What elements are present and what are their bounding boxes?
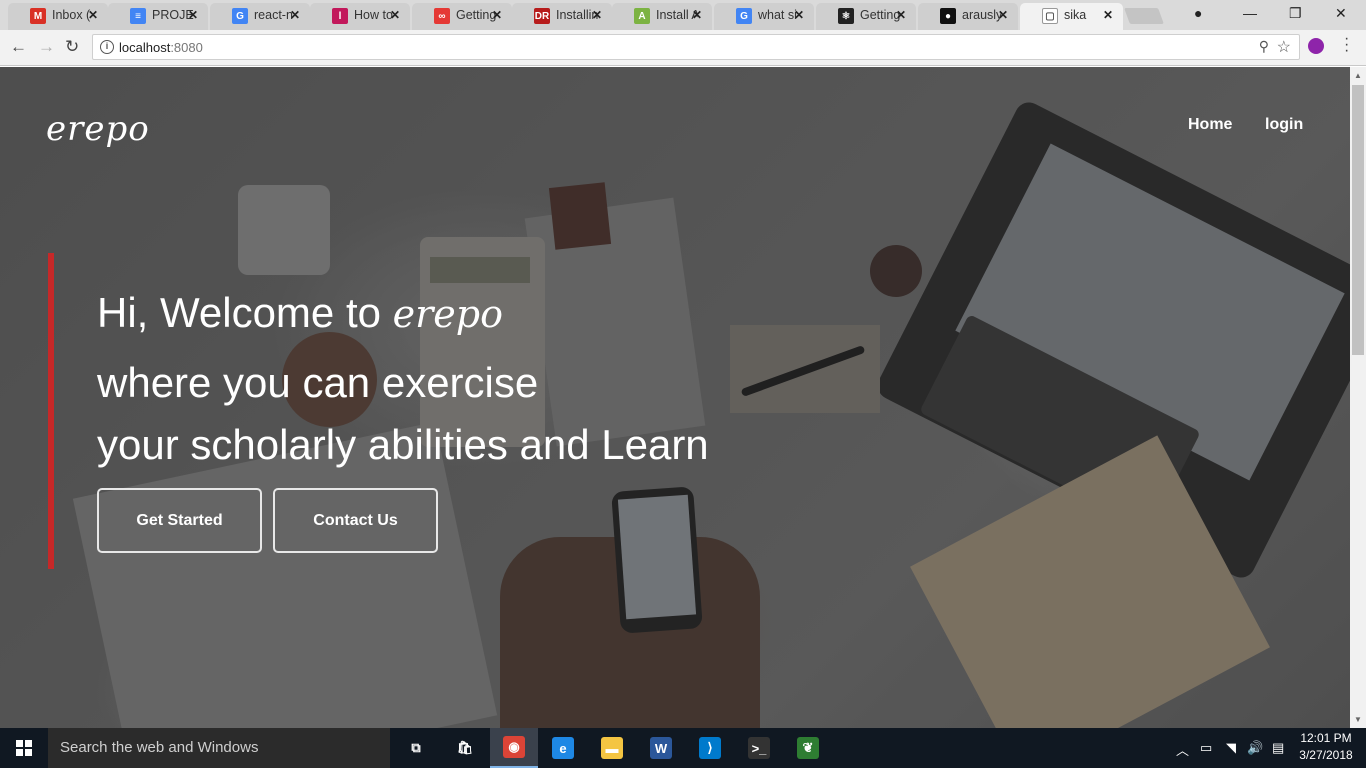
file-explorer-icon: ▬ [601,737,623,759]
hero-heading-line-2: where you can exercise [97,359,539,406]
url-port: :8080 [170,40,203,55]
tab-close-icon[interactable]: ✕ [88,8,98,22]
bookmark-star-icon[interactable]: ☆ [1277,37,1291,57]
google-icon: G [736,8,752,24]
page-scrollbar[interactable]: ▲ ▼ [1350,67,1366,728]
infinity-icon: ∞ [434,8,450,24]
browser-tab-label: sika [1064,8,1087,22]
word-icon: W [650,737,672,759]
hero-heading-prefix: Hi, Welcome to [97,289,393,336]
contact-us-button[interactable]: Contact Us [273,488,438,553]
get-started-button[interactable]: Get Started [97,488,262,553]
taskbar-clock[interactable]: 12:01 PM 3/27/2018 [1296,730,1356,764]
chrome-icon: ◉ [503,736,525,758]
zoom-icon[interactable]: ⚲ [1259,38,1269,55]
browser-toolbar: ← → ↻ i localhost:8080 ⚲ ☆ · · · [0,30,1366,66]
browser-tab[interactable]: ⚛ Getting ✕ [816,3,916,30]
restore-button[interactable]: ❐ [1289,5,1302,22]
tab-close-icon[interactable]: ✕ [390,8,400,22]
battery-icon[interactable]: ▭ [1200,740,1212,756]
volume-icon[interactable]: 🔊 [1247,740,1263,756]
taskbar-app-button[interactable]: e [539,728,587,768]
tab-close-icon[interactable]: ✕ [188,8,198,22]
taskbar-app-button[interactable]: ▬ [588,728,636,768]
tab-close-icon[interactable]: ✕ [794,8,804,22]
browser-tab[interactable]: l How to ✕ [310,3,410,30]
profile-icon[interactable]: ● [1194,5,1202,21]
scrollbar-thumb[interactable] [1352,85,1364,355]
terminal-icon: >_ [748,737,770,759]
android-icon: A [634,8,650,24]
mongodb-icon: ❦ [797,737,819,759]
minimize-button[interactable]: — [1243,5,1257,21]
windows-logo-icon [16,740,32,756]
browser-tab[interactable]: M Inbox (✕ [8,3,108,30]
taskbar-app-button[interactable]: W [637,728,685,768]
hero-heading-line-1: Hi, Welcome to erepo [97,289,503,337]
hero-heading-brand: erepo [392,292,503,336]
taskbar-app-button[interactable]: ⧉ [392,728,440,768]
edge-icon: e [552,737,574,759]
browser-tab[interactable]: A Install A ✕ [612,3,712,30]
tab-close-icon[interactable]: ✕ [1103,8,1113,22]
tray-chevron-icon[interactable]: ︿ [1176,740,1189,759]
google-icon: G [232,8,248,24]
taskbar-app-button[interactable]: ⟩ [686,728,734,768]
nav-login-link[interactable]: login [1265,116,1303,134]
tab-close-icon[interactable]: ✕ [692,8,702,22]
taskbar-app-button[interactable]: ❦ [784,728,832,768]
url-text[interactable]: localhost:8080 [119,40,203,55]
store-icon: 🛍 [456,740,474,755]
browser-tab[interactable]: Greact-n ✕ [210,3,310,30]
url-host: localhost [119,40,171,55]
browser-tab-strip: ● — ❐ ✕ MInbox (✕≡PROJEC✕Greact-n✕lHow t… [0,0,1366,30]
google-docs-icon: ≡ [130,8,146,24]
dr-icon: DR [534,8,550,24]
forward-button[interactable]: → [38,37,55,57]
tab-close-icon[interactable]: ✕ [896,8,906,22]
tab-close-icon[interactable]: ✕ [998,8,1008,22]
browser-tab[interactable]: ∞ Getting ✕ [412,3,512,30]
browser-tab[interactable]: ● arausly ✕ [918,3,1018,30]
window-close-button[interactable]: ✕ [1335,5,1347,22]
react-icon: ⚛ [838,8,854,24]
tab-close-icon[interactable]: ✕ [290,8,300,22]
nav-home-link[interactable]: Home [1188,116,1232,134]
reload-button[interactable]: ↻ [65,37,79,57]
windows-taskbar: Search the web and Windows ︿ ▭ ◥ 🔊 ▤ 12:… [0,728,1366,768]
start-button[interactable] [0,728,48,768]
taskbar-app-button[interactable]: 🛍 [441,728,489,768]
page-viewport: erepo Home login Hi, Welcome to erepo wh… [0,67,1350,728]
github-icon: ● [940,8,956,24]
site-icon: l [332,8,348,24]
taskbar-app-button[interactable]: >_ [735,728,783,768]
taskbar-app-button[interactable]: ◉ [490,728,538,768]
tab-close-icon[interactable]: ✕ [592,8,602,22]
hero-accent-bar [48,253,54,569]
site-logo[interactable]: erepo [46,109,150,149]
browser-tab[interactable]: Gwhat si ✕ [714,3,814,30]
browser-tab[interactable]: ▢ sika ✕ [1020,3,1123,30]
clock-time: 12:01 PM [1300,731,1352,745]
back-button[interactable]: ← [10,37,27,57]
clock-date: 3/27/2018 [1299,748,1353,762]
browser-tab[interactable]: DR Installin ✕ [512,3,612,30]
vscode-icon: ⟩ [699,737,721,759]
wifi-icon[interactable]: ◥ [1226,740,1236,756]
task-view-icon: ⧉ [411,740,421,755]
notifications-icon[interactable]: ▤ [1272,740,1284,756]
new-tab-button[interactable] [1124,8,1164,24]
chrome-menu-icon[interactable]: · · · [1344,31,1349,59]
gmail-icon: M [30,8,46,24]
taskbar-search-box[interactable]: Search the web and Windows [48,728,390,768]
address-bar[interactable]: i localhost:8080 ⚲ ☆ [92,34,1300,60]
extension-icon[interactable] [1308,38,1324,54]
page-icon: ▢ [1042,8,1058,24]
scroll-down-icon[interactable]: ▼ [1354,715,1362,724]
site-info-icon[interactable]: i [100,40,114,54]
hero-heading-line-3: your scholarly abilities and Learn [97,421,709,468]
tab-close-icon[interactable]: ✕ [492,8,502,22]
browser-tab[interactable]: ≡PROJEC✕ [108,3,208,30]
scroll-up-icon[interactable]: ▲ [1354,71,1362,80]
